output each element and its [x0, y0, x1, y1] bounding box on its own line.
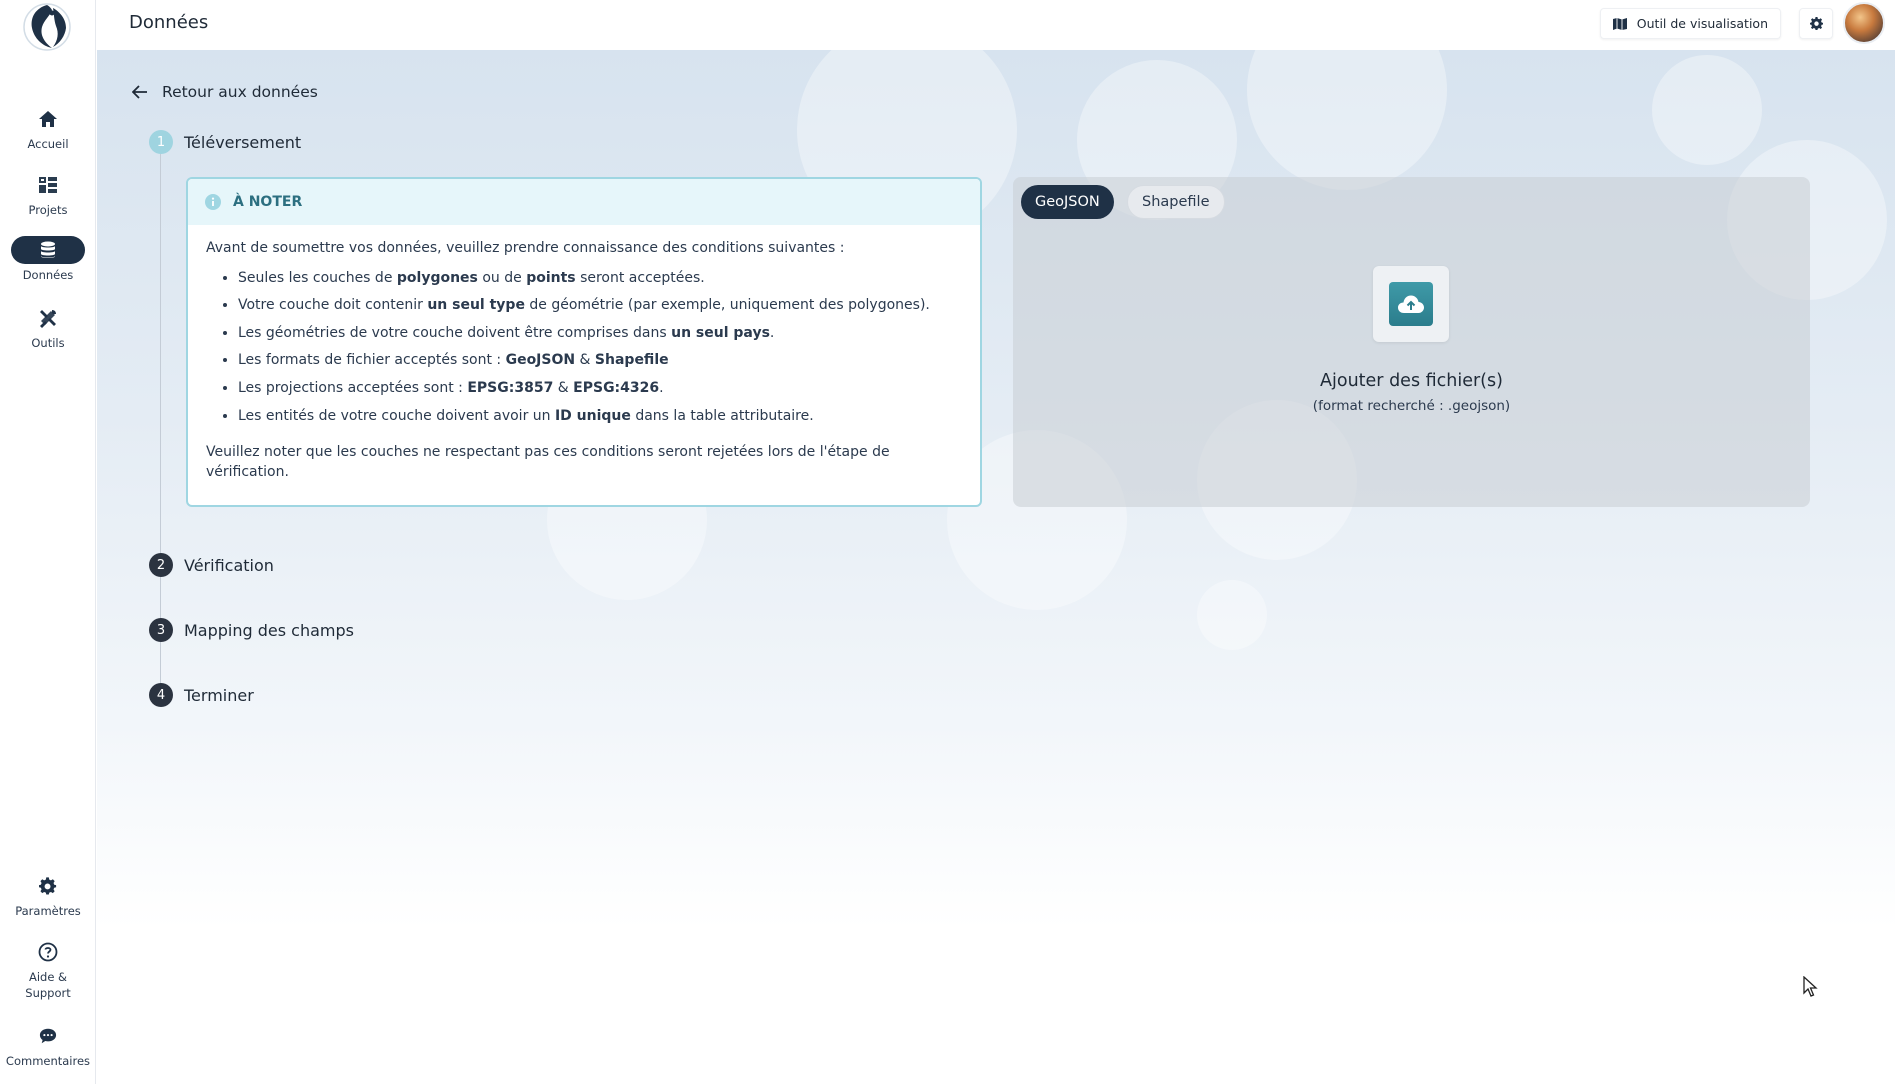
note-body: Avant de soumettre vos données, veuillez… [188, 225, 980, 483]
gear-icon [1809, 17, 1823, 30]
sidebar-item-donnees[interactable]: Données [0, 236, 96, 284]
tools-icon [0, 304, 96, 332]
background-bubble [1652, 55, 1762, 165]
sidebar-item-aide-support[interactable]: Aide & Support [0, 938, 96, 1001]
note-title: À NOTER [233, 194, 303, 210]
step-number: 4 [149, 683, 173, 707]
database-icon [11, 236, 85, 264]
text: . [769, 324, 775, 341]
dropzone-subtitle: (format recherché : .geojson) [1312, 398, 1511, 414]
step-mapping[interactable]: 3 Mapping des champs [149, 618, 354, 642]
text: Les projections acceptées sont : [238, 379, 468, 396]
page-title: Données [129, 12, 209, 33]
tab-shapefile[interactable]: Shapefile [1127, 185, 1225, 219]
text: Seules les couches de [238, 269, 397, 286]
sidebar-item-projets[interactable]: Projets [0, 171, 96, 219]
condition-item: Les formats de fichier acceptés sont : G… [238, 351, 962, 371]
note-intro: Avant de soumettre vos données, veuillez… [206, 240, 845, 256]
strong-text: Shapefile [594, 352, 669, 369]
dropzone-title: Ajouter des fichier(s) [1320, 371, 1503, 391]
sidebar-item-label: Commentaires [5, 1054, 91, 1068]
strong-text: EPSG:4326 [573, 379, 660, 396]
projects-icon [0, 171, 96, 199]
strong-text: GeoJSON [505, 352, 576, 369]
text: ou de [477, 269, 527, 286]
sidebar-item-commentaires[interactable]: Commentaires [0, 1022, 96, 1070]
visualization-tool-button[interactable]: Outil de visualisation [1599, 8, 1781, 39]
note-card: À NOTER Avant de soumettre vos données, … [186, 177, 982, 507]
chat-icon [0, 1022, 96, 1050]
step-upload[interactable]: 1 Téléversement [149, 130, 301, 154]
app-logo[interactable] [22, 2, 72, 52]
conditions-list: Seules les couches de polygones ou de po… [238, 269, 962, 427]
step-number: 1 [149, 130, 173, 154]
upload-panel: GeoJSON Shapefile Ajouter des fichier(s)… [1013, 177, 1810, 507]
sidebar-item-outils[interactable]: Outils [0, 304, 96, 352]
condition-item: Votre couche doit contenir un seul type … [238, 296, 962, 316]
step-number: 2 [149, 553, 173, 577]
sidebar-item-label: Paramètres [15, 904, 81, 918]
text: seront acceptées. [575, 269, 705, 286]
text: Les entités de votre couche doivent avoi… [238, 407, 555, 424]
visualization-tool-label: Outil de visualisation [1636, 16, 1768, 31]
condition-item: Les projections acceptées sont : EPSG:38… [238, 379, 962, 399]
sidebar-item-label: Outils [31, 336, 65, 350]
top-header: Données Outil de visualisation [96, 0, 1895, 50]
info-icon [205, 194, 221, 210]
home-icon [0, 105, 96, 133]
condition-item: Seules les couches de polygones ou de po… [238, 269, 962, 289]
step-finish[interactable]: 4 Terminer [149, 683, 254, 707]
strong-text: un seul pays [671, 324, 770, 341]
sidebar-item-parametres[interactable]: Paramètres [0, 872, 96, 920]
header-settings-button[interactable] [1799, 8, 1833, 39]
step-label: Téléversement [184, 132, 302, 152]
strong-text: ID unique [554, 407, 631, 424]
text: . [659, 379, 664, 396]
condition-item: Les géométries de votre couche doivent ê… [238, 324, 962, 344]
user-avatar[interactable] [1843, 2, 1885, 44]
back-label: Retour aux données [162, 83, 318, 101]
strong-text: EPSG:3857 [467, 379, 554, 396]
strong-text: un seul type [427, 297, 525, 314]
step-label: Terminer [184, 685, 254, 705]
step-label: Mapping des champs [184, 620, 354, 640]
tab-geojson[interactable]: GeoJSON [1021, 185, 1114, 219]
mouse-pointer-icon [1803, 975, 1819, 1002]
gear-icon [0, 872, 96, 900]
arrow-left-icon [132, 85, 147, 99]
note-header: À NOTER [188, 179, 980, 225]
sidebar-item-label: Projets [28, 203, 68, 217]
sidebar: Accueil Projets Données Outils Paramètre… [0, 0, 96, 1084]
background-bubble [1197, 580, 1267, 650]
sidebar-item-label: Données [22, 268, 74, 282]
main-content: Retour aux données 1 Téléversement À NOT… [97, 50, 1895, 1084]
condition-item: Les entités de votre couche doivent avoi… [238, 407, 962, 427]
file-dropzone-button[interactable] [1373, 266, 1449, 342]
globe-logo-icon [23, 3, 71, 51]
text: dans la table attributaire. [630, 407, 814, 424]
step-number: 3 [149, 618, 173, 642]
cloud-upload-icon [1398, 295, 1424, 313]
text: Les géométries de votre couche doivent ê… [238, 324, 672, 341]
text: Votre couche doit contenir [238, 297, 428, 314]
text: Les formats de fichier acceptés sont : [238, 352, 506, 369]
strong-text: points [526, 269, 576, 286]
text: de géométrie (par exemple, uniquement de… [524, 297, 930, 314]
step-label: Vérification [184, 555, 274, 575]
step-verification[interactable]: 2 Vérification [149, 553, 274, 577]
sidebar-item-accueil[interactable]: Accueil [0, 105, 96, 153]
sidebar-item-label: Aide & Support [25, 970, 71, 1000]
text: & [575, 352, 595, 369]
note-outro: Veuillez noter que les couches ne respec… [206, 444, 890, 481]
back-to-data-link[interactable]: Retour aux données [132, 83, 318, 101]
text: & [553, 379, 574, 396]
sidebar-item-label: Accueil [27, 137, 69, 151]
upload-icon-tile [1389, 282, 1433, 326]
map-icon [1612, 17, 1627, 30]
strong-text: polygones [396, 269, 478, 286]
background-bubble [1247, 50, 1447, 190]
help-icon [0, 938, 96, 966]
